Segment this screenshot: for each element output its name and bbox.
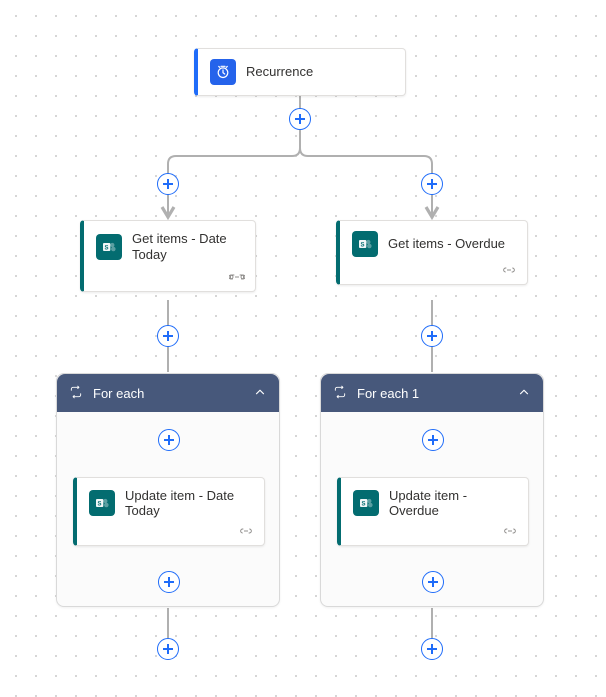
add-step-inside-left-top[interactable] [158,429,180,451]
action-card-update-item-overdue[interactable]: S Update item - Overdue [337,477,529,546]
add-step-inside-right-bottom[interactable] [422,571,444,593]
add-step-after-trigger[interactable] [289,108,311,130]
scope-header[interactable]: For each [57,374,279,412]
action-label: Update item - Overdue [389,488,516,518]
svg-text:S: S [362,501,366,507]
sharepoint-icon: S [89,490,115,516]
trigger-label: Recurrence [246,64,313,80]
sharepoint-icon: S [353,490,379,516]
scope-title: For each 1 [357,386,507,401]
action-card-get-items-date-today[interactable]: S Get items - Date Today [80,220,256,292]
add-step-right-bottom[interactable] [421,638,443,660]
action-label: Update item - Date Today [125,488,252,518]
add-step-left-top[interactable] [157,173,179,195]
action-label: Get items - Date Today [132,231,243,264]
action-card-get-items-overdue[interactable]: S Get items - Overdue [336,220,528,285]
loop-icon [333,385,347,402]
svg-text:S: S [105,246,109,252]
scope-title: For each [93,386,243,401]
link-icon [502,524,518,539]
add-step-inside-right-top[interactable] [422,429,444,451]
clock-icon [210,59,236,85]
action-card-update-item-date-today[interactable]: S Update item - Date Today [73,477,265,546]
chevron-up-icon[interactable] [517,385,531,402]
add-step-right-mid[interactable] [421,325,443,347]
link-icon [501,263,517,278]
link-icon [238,524,254,539]
add-step-left-mid[interactable] [157,325,179,347]
link-icon [229,270,245,285]
loop-icon [69,385,83,402]
sharepoint-icon: S [352,231,378,257]
scope-for-each-right[interactable]: For each 1 S Update item - Overdue [320,373,544,607]
sharepoint-icon: S [96,234,122,260]
svg-text:S: S [361,242,365,248]
scope-header[interactable]: For each 1 [321,374,543,412]
add-step-left-bottom[interactable] [157,638,179,660]
chevron-up-icon[interactable] [253,385,267,402]
action-label: Get items - Overdue [388,236,505,252]
svg-text:S: S [98,501,102,507]
add-step-right-top[interactable] [421,173,443,195]
add-step-inside-left-bottom[interactable] [158,571,180,593]
trigger-card-recurrence[interactable]: Recurrence [194,48,406,96]
scope-for-each-left[interactable]: For each S Update item - Date Today [56,373,280,607]
